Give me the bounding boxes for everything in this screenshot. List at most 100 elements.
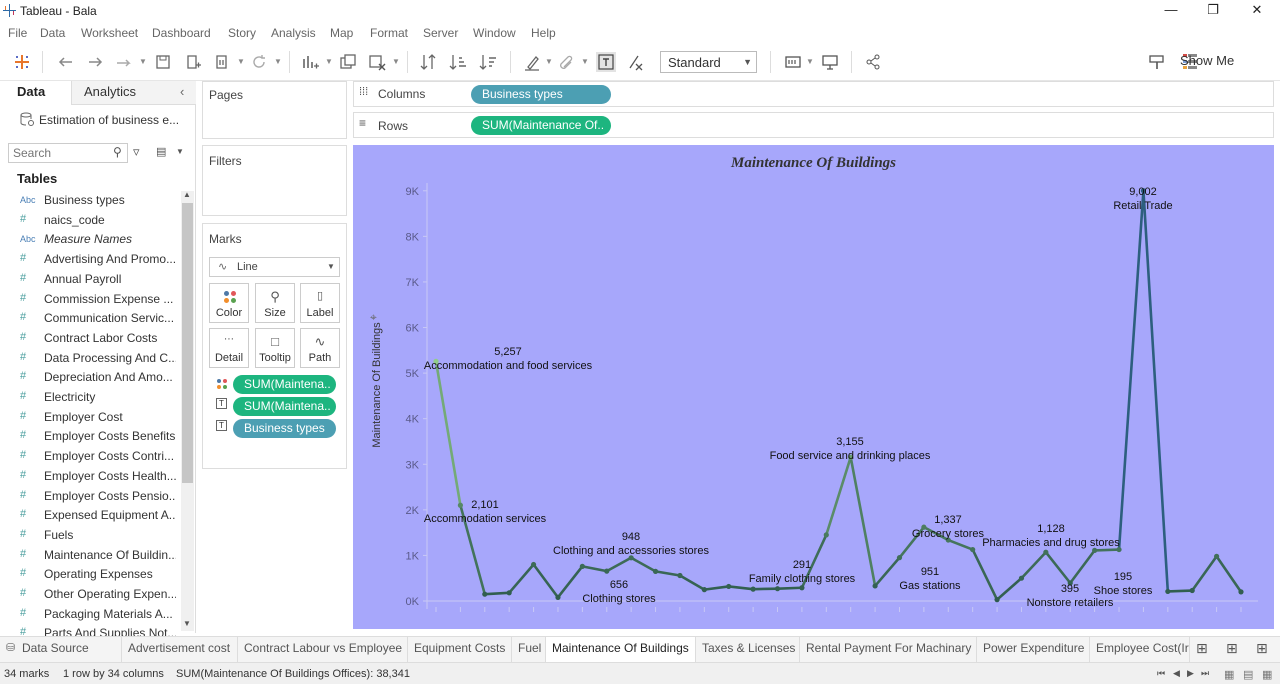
chevron-down-icon[interactable]: ▼ [176, 147, 184, 156]
show-cards-icon[interactable] [783, 52, 803, 72]
field-item[interactable]: # Packaging Materials A... [0, 605, 180, 624]
sheet-nav-last-icon[interactable]: ⏭ [1201, 668, 1209, 679]
menu-dashboard[interactable]: Dashboard [152, 26, 211, 40]
sheet-tab[interactable]: Employee Cost(Ir [1090, 637, 1190, 662]
columns-pill[interactable]: Business types [471, 85, 611, 104]
swap-icon[interactable] [418, 52, 438, 72]
path-button[interactable]: ∿ Path [300, 328, 340, 368]
marks-color-pill[interactable]: SUM(Maintena.. [233, 375, 336, 394]
fit-select[interactable]: Standard ▼ [660, 51, 757, 73]
menu-file[interactable]: File [8, 26, 27, 40]
field-item[interactable]: # Expensed Equipment A... [0, 506, 180, 525]
new-dashboard-tab-icon[interactable]: ⊞ [1226, 640, 1238, 657]
field-item[interactable]: # Commission Expense ... [0, 290, 180, 309]
sheet-nav-first-icon[interactable]: ⏮ [1157, 668, 1165, 679]
search-box[interactable]: ⚲ [8, 143, 128, 163]
fix-axes-icon[interactable] [626, 52, 646, 72]
field-item[interactable]: # Employer Costs Pensio... [0, 487, 180, 506]
field-item[interactable]: # Employer Cost [0, 408, 180, 427]
menu-server[interactable]: Server [423, 26, 458, 40]
field-item[interactable]: # Communication Servic... [0, 309, 180, 328]
highlight-icon[interactable] [522, 52, 542, 72]
tab-data[interactable]: Data [0, 81, 72, 105]
tooltip-button[interactable]: □ Tooltip [255, 328, 295, 368]
field-item[interactable]: # Employer Costs Benefits [0, 427, 180, 446]
new-datasource-icon[interactable] [183, 52, 203, 72]
mark-type-select[interactable]: ∿ Line ▼ [209, 257, 340, 277]
view-list-icon[interactable]: ▤ [156, 145, 166, 158]
sheet-tab[interactable]: Contract Labour vs Employee [238, 637, 408, 662]
close-icon[interactable]: ✕ [1242, 2, 1272, 20]
color-button[interactable]: Color [209, 283, 249, 323]
sheet-nav-prev-icon[interactable]: ◀ [1173, 668, 1180, 679]
filter-icon[interactable]: ▿ [133, 144, 140, 160]
save-icon[interactable] [153, 52, 173, 72]
field-item[interactable]: # Annual Payroll [0, 270, 180, 289]
menu-story[interactable]: Story [228, 26, 256, 40]
tabs-view-icon[interactable]: ▦ [1262, 668, 1272, 681]
filters-card[interactable]: Filters [202, 145, 347, 216]
field-item[interactable]: Abc Business types [0, 191, 180, 210]
search-input[interactable] [9, 144, 109, 162]
size-button[interactable]: ⚲ Size [255, 283, 295, 323]
menu-analysis[interactable]: Analysis [271, 26, 316, 40]
sheet-nav-next-icon[interactable]: ▶ [1187, 668, 1194, 679]
duplicate-icon[interactable] [338, 52, 358, 72]
tableau-home-icon[interactable] [12, 52, 32, 72]
share-icon[interactable] [863, 52, 883, 72]
new-story-tab-icon[interactable]: ⊞ [1256, 640, 1268, 657]
sheet-tab[interactable]: Rental Payment For Machinary [800, 637, 977, 662]
field-item[interactable]: # Advertising And Promo... [0, 250, 180, 269]
field-item[interactable]: # Depreciation And Amo... [0, 368, 180, 387]
sheet-tab[interactable]: Advertisement cost [122, 637, 238, 662]
field-list-scrollbar[interactable]: ▲ ▼ [181, 190, 194, 631]
menu-data[interactable]: Data [40, 26, 65, 40]
group-members-icon[interactable] [557, 52, 577, 72]
scroll-down-icon[interactable]: ▼ [183, 619, 191, 628]
menu-worksheet[interactable]: Worksheet [81, 26, 138, 40]
restore-icon[interactable]: ❐ [1198, 2, 1228, 20]
scroll-up-icon[interactable]: ▲ [183, 190, 191, 199]
field-item[interactable]: # Operating Expenses [0, 565, 180, 584]
minimize-icon[interactable]: — [1156, 2, 1186, 20]
menu-map[interactable]: Map [330, 26, 353, 40]
show-me-button[interactable]: Show Me [1180, 53, 1234, 68]
collapse-pane-icon[interactable]: ‹ [180, 84, 184, 99]
show-mark-labels-icon[interactable] [596, 52, 616, 72]
sort-descending-icon[interactable] [478, 52, 498, 72]
field-item[interactable]: # Other Operating Expen... [0, 585, 180, 604]
clear-sheet-icon[interactable] [367, 52, 387, 72]
menu-format[interactable]: Format [370, 26, 408, 40]
new-worksheet-tab-icon[interactable]: ⊞ [1196, 640, 1208, 657]
menu-window[interactable]: Window [473, 26, 516, 40]
columns-shelf[interactable]: ⁞⁞⁞ Columns Business types [353, 81, 1274, 107]
field-item[interactable]: # Employer Costs Contri... [0, 447, 180, 466]
redo-icon[interactable] [85, 52, 105, 72]
field-item[interactable]: # Maintenance Of Buildin... [0, 546, 180, 565]
rows-pill[interactable]: SUM(Maintenance Of.. [471, 116, 611, 135]
field-item[interactable]: # Contract Labor Costs [0, 329, 180, 348]
replay-icon[interactable] [114, 52, 134, 72]
scrollbar-thumb[interactable] [182, 203, 193, 483]
field-item[interactable]: # Employer Costs Health... [0, 467, 180, 486]
marks-label-pill[interactable]: SUM(Maintena.. [233, 397, 336, 416]
sheet-tab[interactable]: Taxes & Licenses [696, 637, 800, 662]
undo-icon[interactable] [56, 52, 76, 72]
sort-ascending-icon[interactable] [448, 52, 468, 72]
rows-shelf[interactable]: ≡ Rows SUM(Maintenance Of.. [353, 112, 1274, 138]
presentation-mode-icon[interactable] [820, 52, 840, 72]
new-worksheet-icon[interactable] [300, 52, 320, 72]
pages-card[interactable]: Pages [202, 81, 347, 139]
field-item[interactable]: # Data Processing And C... [0, 349, 180, 368]
sheet-tab[interactable]: Equipment Costs [408, 637, 512, 662]
refresh-icon[interactable] [249, 52, 269, 72]
label-button[interactable]: ▯ Label [300, 283, 340, 323]
sheet-tab[interactable]: Maintenance Of Buildings [546, 637, 696, 662]
pause-updates-icon[interactable] [212, 52, 232, 72]
datasource-name[interactable]: Estimation of business e... [39, 113, 179, 127]
grid-view-icon[interactable]: ▦ [1224, 668, 1234, 681]
detail-button[interactable]: ⋯ Detail [209, 328, 249, 368]
menu-help[interactable]: Help [531, 26, 556, 40]
field-item[interactable]: # Electricity [0, 388, 180, 407]
sheet-tab[interactable]: Fuel [512, 637, 546, 662]
